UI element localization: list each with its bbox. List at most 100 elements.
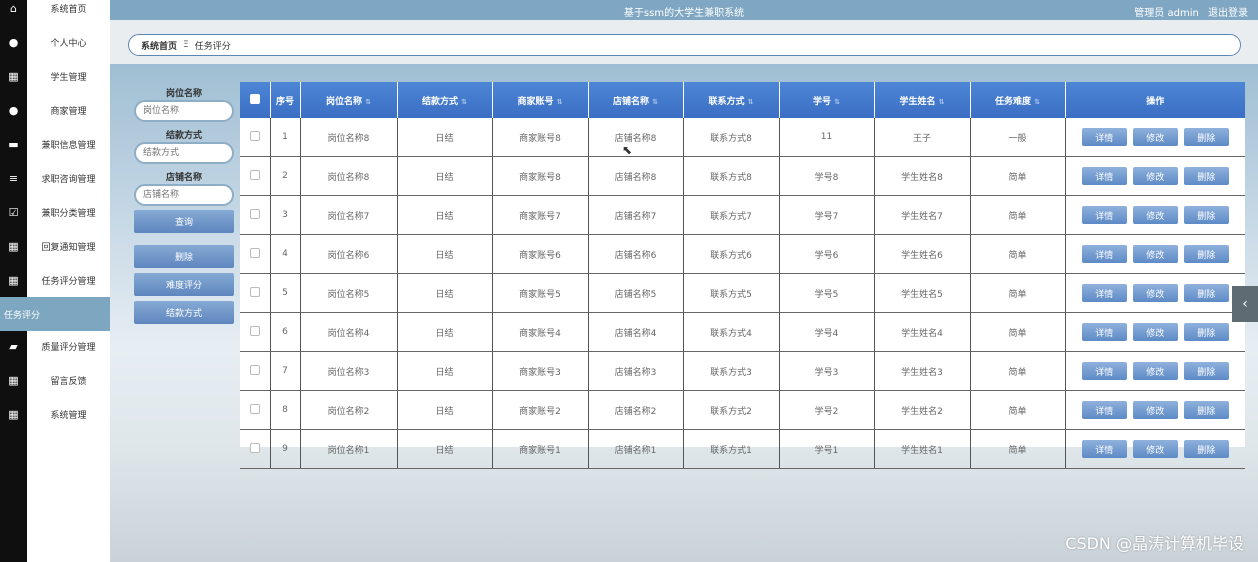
briefcase-icon[interactable]: ▬ <box>0 127 27 161</box>
difficulty-rating-button[interactable]: 难度评分 <box>134 273 234 296</box>
sort-icon[interactable]: ⇅ <box>748 98 754 106</box>
sort-icon[interactable]: ⇅ <box>461 98 467 106</box>
user-icon[interactable]: ● <box>0 25 27 59</box>
payment-method-input[interactable] <box>134 142 234 164</box>
sort-icon[interactable]: ⇅ <box>557 98 563 106</box>
sidebar-item-quality-rating[interactable]: 质量评分管理 <box>27 329 110 363</box>
sidebar-item-profile[interactable]: 个人中心 <box>27 25 110 59</box>
sidebar-item-consult[interactable]: 求职咨询管理 <box>27 161 110 195</box>
column-header[interactable]: 学号 ⇅ <box>779 82 875 118</box>
select-all-checkbox-cell[interactable] <box>240 82 271 118</box>
row-actions: 详情 修改 删除 <box>1065 429 1245 469</box>
edit-button[interactable]: 修改 <box>1132 128 1178 146</box>
check-square-icon[interactable]: ☑ <box>0 195 27 229</box>
grid-icon[interactable]: ▦ <box>0 397 27 431</box>
row-checkbox-cell[interactable] <box>240 156 271 196</box>
row-checkbox-cell[interactable] <box>240 118 271 157</box>
sidebar-item-home[interactable]: 系统首页 <box>27 0 110 25</box>
list-icon[interactable]: ≡ <box>0 161 27 195</box>
column-header[interactable]: 结款方式 ⇅ <box>397 82 493 118</box>
detail-button[interactable]: 详情 <box>1081 440 1127 458</box>
delete-row-button[interactable]: 删除 <box>1183 167 1229 185</box>
column-header[interactable]: 联系方式 ⇅ <box>683 82 780 118</box>
detail-button[interactable]: 详情 <box>1081 323 1127 341</box>
row-checkbox[interactable] <box>249 208 260 219</box>
row-checkbox[interactable] <box>249 442 260 453</box>
breadcrumb-home[interactable]: 系统首页 <box>141 39 177 52</box>
delete-row-button[interactable]: 删除 <box>1183 284 1229 302</box>
delete-row-button[interactable]: 删除 <box>1183 401 1229 419</box>
sidebar-item-task-rating[interactable]: 任务评分 <box>0 297 110 331</box>
edit-button[interactable]: 修改 <box>1132 401 1178 419</box>
row-checkbox-cell[interactable] <box>240 195 271 235</box>
delete-row-button[interactable]: 删除 <box>1183 362 1229 380</box>
detail-button[interactable]: 详情 <box>1081 128 1127 146</box>
sort-icon[interactable]: ⇅ <box>365 98 371 106</box>
collapse-panel-icon[interactable]: ‹ <box>1232 286 1258 322</box>
delete-row-button[interactable]: 删除 <box>1183 206 1229 224</box>
edit-button[interactable]: 修改 <box>1132 284 1178 302</box>
grid-icon[interactable]: ▦ <box>0 229 27 263</box>
column-header[interactable]: 商家账号 ⇅ <box>492 82 589 118</box>
row-checkbox[interactable] <box>249 325 260 336</box>
shop-name-input[interactable] <box>134 184 234 206</box>
row-checkbox[interactable] <box>249 403 260 414</box>
column-header[interactable]: 学生姓名 ⇅ <box>874 82 971 118</box>
sidebar-item-notices[interactable]: 回复通知管理 <box>27 229 110 263</box>
column-header[interactable]: 店铺名称 ⇅ <box>588 82 684 118</box>
grid-icon[interactable]: ▦ <box>0 263 27 297</box>
edit-button[interactable]: 修改 <box>1132 167 1178 185</box>
edit-button[interactable]: 修改 <box>1132 440 1178 458</box>
edit-button[interactable]: 修改 <box>1132 323 1178 341</box>
delete-button[interactable]: 删除 <box>134 245 234 268</box>
sort-icon[interactable]: ⇅ <box>834 98 840 106</box>
sort-icon[interactable]: ⇅ <box>1034 98 1040 106</box>
row-checkbox-cell[interactable] <box>240 390 271 430</box>
edit-button[interactable]: 修改 <box>1132 245 1178 263</box>
sort-icon[interactable]: ⇅ <box>939 98 945 106</box>
grid-icon[interactable]: ▦ <box>0 59 27 93</box>
query-button[interactable]: 查询 <box>134 210 234 233</box>
delete-row-button[interactable]: 删除 <box>1183 323 1229 341</box>
sidebar-item-system[interactable]: 系统管理 <box>27 397 110 431</box>
row-checkbox-cell[interactable] <box>240 312 271 352</box>
row-checkbox-cell[interactable] <box>240 429 271 469</box>
sort-icon[interactable]: ⇅ <box>652 98 658 106</box>
chat-icon[interactable]: ▰ <box>0 329 27 363</box>
sidebar-item-feedback[interactable]: 留言反馈 <box>27 363 110 397</box>
edit-button[interactable]: 修改 <box>1132 206 1178 224</box>
row-checkbox-cell[interactable] <box>240 273 271 313</box>
detail-button[interactable]: 详情 <box>1081 245 1127 263</box>
sidebar-item-task-rating-mgmt[interactable]: 任务评分管理 <box>27 263 110 297</box>
row-checkbox[interactable] <box>249 169 260 180</box>
user-icon[interactable]: ● <box>0 93 27 127</box>
row-checkbox-cell[interactable] <box>240 234 271 274</box>
sidebar-item-students[interactable]: 学生管理 <box>27 59 110 93</box>
select-all-checkbox[interactable] <box>249 93 260 104</box>
payment-method-button[interactable]: 结款方式 <box>134 301 234 324</box>
table-cell: 岗位名称8 <box>300 156 398 196</box>
delete-row-button[interactable]: 删除 <box>1183 128 1229 146</box>
detail-button[interactable]: 详情 <box>1081 167 1127 185</box>
edit-button[interactable]: 修改 <box>1132 362 1178 380</box>
sidebar-item-jobs[interactable]: 兼职信息管理 <box>27 127 110 161</box>
row-checkbox[interactable] <box>249 247 260 258</box>
column-header[interactable]: 岗位名称 ⇅ <box>300 82 398 118</box>
logout-link[interactable]: 退出登录 <box>1208 8 1248 19</box>
grid-icon[interactable]: ▦ <box>0 363 27 397</box>
delete-row-button[interactable]: 删除 <box>1183 245 1229 263</box>
detail-button[interactable]: 详情 <box>1081 206 1127 224</box>
sidebar-item-categories[interactable]: 兼职分类管理 <box>27 195 110 229</box>
row-checkbox-cell[interactable] <box>240 351 271 391</box>
sidebar-item-merchants[interactable]: 商家管理 <box>27 93 110 127</box>
position-name-input[interactable] <box>134 100 234 122</box>
row-checkbox[interactable] <box>249 286 260 297</box>
delete-row-button[interactable]: 删除 <box>1183 440 1229 458</box>
home-icon[interactable]: ⌂ <box>0 0 27 25</box>
detail-button[interactable]: 详情 <box>1081 401 1127 419</box>
row-checkbox[interactable] <box>249 130 260 141</box>
detail-button[interactable]: 详情 <box>1081 284 1127 302</box>
row-checkbox[interactable] <box>249 364 260 375</box>
detail-button[interactable]: 详情 <box>1081 362 1127 380</box>
column-header[interactable]: 任务难度 ⇅ <box>970 82 1066 118</box>
